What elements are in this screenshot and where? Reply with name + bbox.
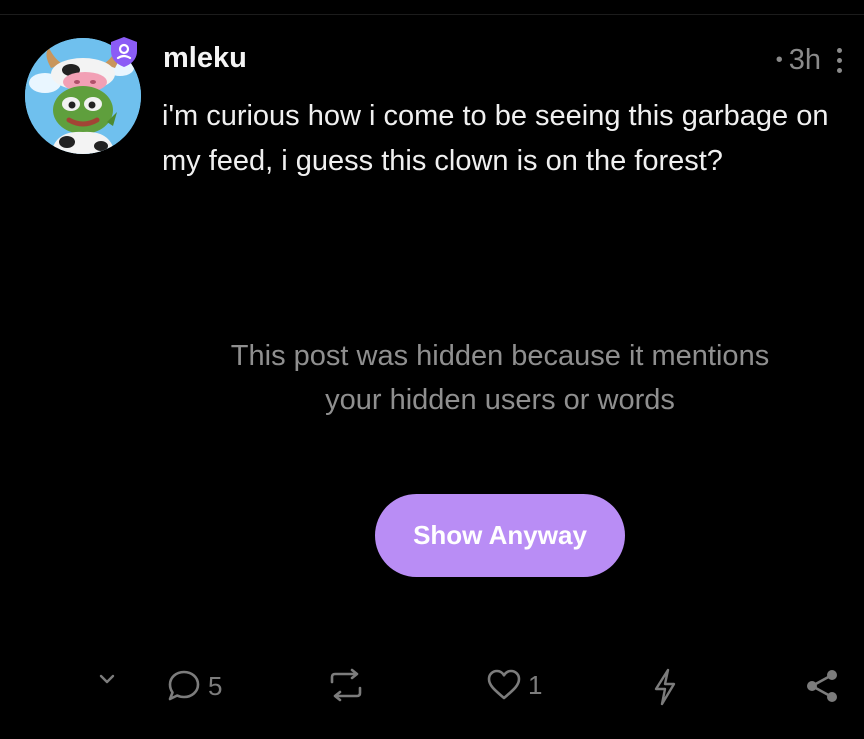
verified-badge-icon (111, 37, 137, 67)
more-options-icon[interactable] (833, 46, 846, 75)
reply-icon (168, 670, 200, 701)
repost-button[interactable] (326, 668, 366, 702)
collapse-button[interactable] (96, 668, 118, 690)
chevron-down-icon (99, 674, 115, 684)
post-text: i'm curious how i come to be seeing this… (162, 100, 829, 177)
share-icon (807, 670, 837, 702)
zap-icon (654, 668, 676, 706)
separator-dot: • (775, 49, 783, 71)
heart-icon (487, 669, 521, 700)
hidden-post-notice: This post was hidden because it mentions… (230, 340, 770, 416)
zap-button[interactable] (652, 668, 678, 706)
post-timestamp: 3h (788, 44, 821, 76)
repost-icon (330, 668, 362, 702)
like-button[interactable]: 1 (486, 668, 542, 702)
like-count: 1 (528, 669, 543, 700)
show-anyway-button[interactable]: Show Anyway (375, 494, 625, 577)
post-meta: • 3h (776, 44, 846, 77)
reply-button[interactable]: 5 (166, 668, 222, 704)
reply-count: 5 (208, 670, 223, 701)
top-divider (0, 14, 864, 15)
username[interactable]: mleku (163, 42, 247, 75)
share-button[interactable] (804, 668, 840, 704)
